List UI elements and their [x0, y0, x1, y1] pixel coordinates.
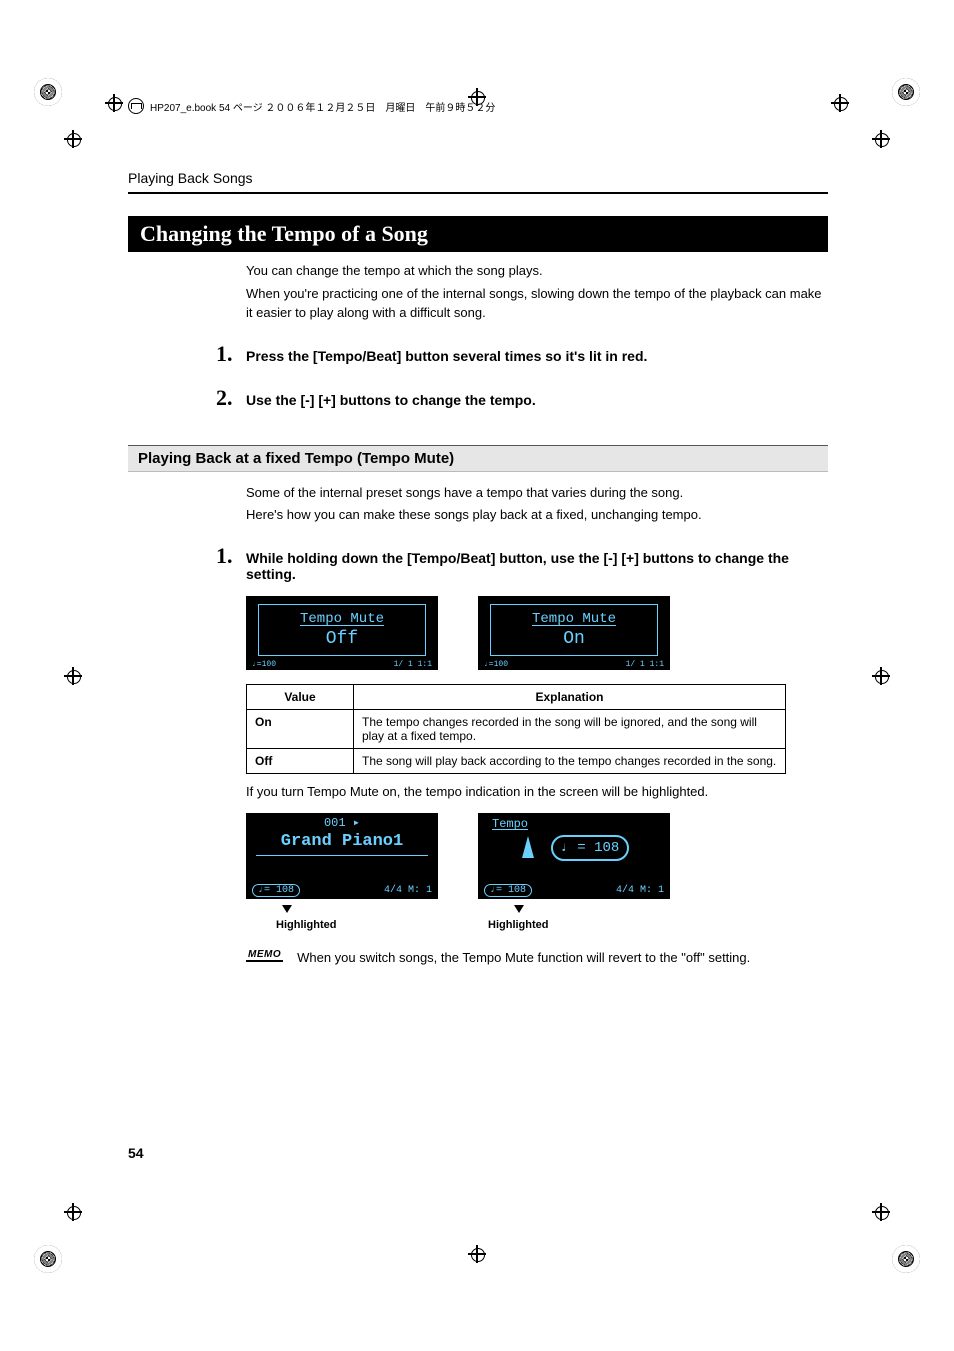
lcd-title: Tempo Mute	[300, 611, 384, 627]
lcd-footer-left: ♩=100	[252, 660, 276, 669]
step-number: 1.	[216, 341, 246, 367]
col-header-explanation: Explanation	[354, 685, 786, 710]
book-icon	[128, 98, 144, 114]
caption-highlighted: Highlighted	[276, 919, 337, 931]
table-cell-value: On	[247, 710, 354, 749]
lcd-header: Tempo	[478, 813, 670, 831]
registration-mark-icon	[872, 130, 890, 148]
lcd-line: Grand Piano1	[246, 830, 438, 851]
lcd-screenshot-column: 001 ▸ Grand Piano1 ♩= 108 4/4 M: 1 Highl…	[246, 813, 438, 931]
memo-text: When you switch songs, the Tempo Mute fu…	[297, 949, 750, 968]
table-cell-value: Off	[247, 749, 354, 774]
lcd-value: Off	[326, 629, 358, 649]
registration-mark-icon	[64, 667, 82, 685]
sub-heading: Playing Back at a fixed Tempo (Tempo Mut…	[128, 445, 828, 472]
memo-badge: MEMO	[246, 949, 283, 962]
table-cell-explanation: The tempo changes recorded in the song w…	[354, 710, 786, 749]
registration-mark-icon	[64, 130, 82, 148]
page-content: Playing Back Songs Changing the Tempo of…	[128, 170, 828, 968]
caption-highlighted: Highlighted	[488, 919, 549, 931]
step-number: 2.	[216, 385, 246, 411]
registration-mark-icon	[64, 1203, 82, 1221]
print-header-text: HP207_e.book 54 ページ ２００６年１２月２５日 月曜日 午前９時…	[150, 99, 495, 114]
lcd-tempo-badge: ♩= 108	[252, 884, 300, 897]
step-item: 1. Press the [Tempo/Beat] button several…	[216, 341, 828, 367]
page-number: 54	[128, 1145, 144, 1161]
lcd-screenshot-row: Tempo Mute Off ♩=100 1/ 1 1:1 Tempo Mute…	[246, 596, 828, 670]
table-cell-explanation: The song will play back according to the…	[354, 749, 786, 774]
registration-mark-icon	[872, 1203, 890, 1221]
lcd-value: On	[563, 629, 585, 649]
lcd-footer-right: 1/ 1 1:1	[394, 660, 432, 669]
step-text: Press the [Tempo/Beat] button several ti…	[246, 348, 828, 364]
lcd-screenshot-row: 001 ▸ Grand Piano1 ♩= 108 4/4 M: 1 Highl…	[246, 813, 828, 931]
lcd-line: 001 ▸	[246, 813, 438, 830]
lcd-screenshot-column: Tempo ♩ = 108 ♩= 108 4/4 M: 1 Highlighte…	[478, 813, 670, 931]
lcd-tempo-badge: ♩= 108	[484, 884, 532, 897]
memo-note: MEMO When you switch songs, the Tempo Mu…	[246, 949, 828, 968]
section-path: Playing Back Songs	[128, 170, 828, 186]
print-mark-icon	[34, 1245, 62, 1273]
sub-paragraph: Some of the internal preset songs have a…	[246, 484, 828, 503]
print-mark-icon	[892, 1245, 920, 1273]
lcd-tempo-circle: ♩ = 108	[551, 835, 630, 861]
arrow-icon	[282, 905, 292, 913]
lcd-screenshot: 001 ▸ Grand Piano1 ♩= 108 4/4 M: 1	[246, 813, 438, 899]
registration-mark-icon	[468, 1245, 486, 1263]
registration-mark-icon	[872, 667, 890, 685]
lcd-footer-right: 4/4 M: 1	[616, 885, 664, 896]
print-mark-icon	[34, 78, 62, 106]
step-item: 1. While holding down the [Tempo/Beat] b…	[216, 543, 828, 582]
lcd-footer-right: 1/ 1 1:1	[626, 660, 664, 669]
step-number: 1.	[216, 543, 246, 569]
step-text: Use the [-] [+] buttons to change the te…	[246, 392, 828, 408]
registration-mark-icon	[831, 94, 849, 112]
table-row: On The tempo changes recorded in the son…	[247, 710, 786, 749]
lcd-screenshot: Tempo Mute On ♩=100 1/ 1 1:1	[478, 596, 670, 670]
col-header-value: Value	[247, 685, 354, 710]
lcd-screenshot: Tempo ♩ = 108 ♩= 108 4/4 M: 1	[478, 813, 670, 899]
main-heading: Changing the Tempo of a Song	[128, 216, 828, 252]
lcd-screenshot: Tempo Mute Off ♩=100 1/ 1 1:1	[246, 596, 438, 670]
print-header: HP207_e.book 54 ページ ２００６年１２月２５日 月曜日 午前９時…	[128, 98, 495, 114]
arrow-icon	[514, 905, 524, 913]
lcd-footer-left: ♩=100	[484, 660, 508, 669]
divider	[128, 192, 828, 194]
after-table-text: If you turn Tempo Mute on, the tempo ind…	[246, 784, 828, 799]
table-row: Off The song will play back according to…	[247, 749, 786, 774]
intro-paragraph: When you're practicing one of the intern…	[246, 285, 828, 323]
intro-paragraph: You can change the tempo at which the so…	[246, 262, 828, 281]
step-item: 2. Use the [-] [+] buttons to change the…	[216, 385, 828, 411]
lcd-footer-right: 4/4 M: 1	[384, 885, 432, 896]
registration-mark-icon	[105, 94, 123, 112]
sub-paragraph: Here's how you can make these songs play…	[246, 506, 828, 525]
value-table: Value Explanation On The tempo changes r…	[246, 684, 786, 774]
print-mark-icon	[892, 78, 920, 106]
step-text: While holding down the [Tempo/Beat] butt…	[246, 550, 828, 582]
lcd-title: Tempo Mute	[532, 611, 616, 627]
metronome-icon	[519, 836, 537, 860]
